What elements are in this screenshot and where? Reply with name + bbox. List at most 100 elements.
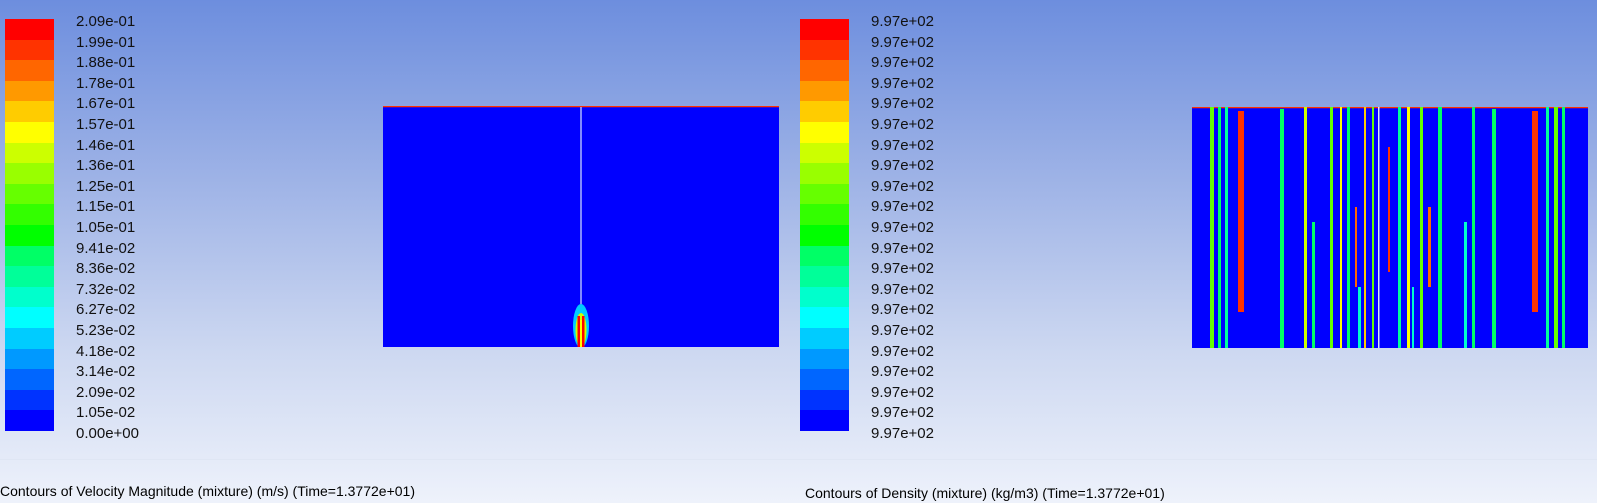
colorbar-tick-label: 1.99e-01 [76,33,136,51]
density-stripe [1407,107,1410,348]
colorbar-tick-label: 9.97e+02 [871,13,934,30]
colorbar-swatch [800,410,849,431]
colorbar-tick-label: 1.15e-01 [76,198,136,216]
colorbar-tick-label: 9.41e-02 [76,239,136,257]
colorbar-tick-label: 9.97e+02 [871,321,934,339]
colorbar-tick-label: 2.09e-02 [76,383,136,401]
colorbar-swatch [5,245,54,267]
density-stripe [1438,107,1442,348]
colorbar-swatch [5,183,54,205]
colorbar-tick-label: 9.97e+02 [871,342,934,360]
colorbar-tick-label: 9.97e+02 [871,404,934,422]
colorbar-tick-label: 5.23e-02 [76,321,136,339]
colorbar-tick-label: 9.97e+02 [871,363,934,381]
colorbar-swatch [800,266,849,287]
colorbar-swatch [5,101,54,122]
density-stripe [1428,207,1431,287]
density-stripe [1420,107,1423,348]
density-stripe [1355,207,1357,287]
colorbar-swatch [800,60,849,81]
density-stripe [1358,287,1361,348]
colorbar-swatch [5,39,54,61]
colorbar-swatch [5,266,54,287]
density-stripe [1378,107,1380,348]
colorbar-tick-label: 9.97e+02 [871,95,934,113]
colorbar-tick-label: 3.14e-02 [76,363,136,381]
caption-divider [795,459,1597,460]
colorbar-tick-label: 0.00e+00 [76,424,139,442]
density-stripe [1280,109,1284,348]
density-stripe [1312,222,1315,348]
colorbar-tick-label: 1.88e-01 [76,54,136,72]
density-stripe [1372,107,1374,348]
colorbar-tick-label: 9.97e+02 [871,383,934,401]
colorbar-tick-label: 8.36e-02 [76,260,136,278]
colorbar-swatch [800,121,849,143]
colorbar-tick-label: 1.36e-01 [76,157,136,175]
colorbar-tick-label: 9.97e+02 [871,280,934,298]
density-stripe [1238,111,1244,312]
colorbar-tick-label: 4.18e-02 [76,342,136,360]
colorbar-swatch [800,348,849,370]
colorbar-swatch [800,224,849,246]
density-stripe [1412,287,1414,348]
jet-core-center [580,320,582,347]
colorbar-tick-label: 9.97e+02 [871,157,934,175]
density-contour-panel: 9.97e+02 9.97e+02 9.97e+02 9.97e+02 9.97e+02… [795,0,1597,503]
velocity-contour-plot [383,106,779,347]
density-stripe [1364,107,1366,348]
density-stripe [1546,107,1549,348]
jet-core-left [577,316,580,347]
colorbar-swatch [5,80,54,102]
colorbar-tick-label: 9.97e+02 [871,301,934,319]
colorbar-tick-label: 9.97e+02 [871,115,934,133]
density-stripe [1210,107,1214,348]
density-stripe [1562,107,1565,348]
density-colorbar-labels: 9.97e+02 9.97e+02 9.97e+02 9.97e+02 9.97e+02… [871,12,934,444]
colorbar-swatch [800,369,849,390]
colorbar-swatch [800,142,849,164]
colorbar-swatch [800,389,849,411]
velocity-contour-panel: 2.09e-01 1.99e-01 1.88e-01 1.78e-01 1.67e-01… [0,0,795,503]
density-stripe [1532,111,1538,312]
density-stripe [1398,107,1401,348]
colorbar-swatch [5,142,54,164]
density-stripe [1218,107,1221,348]
colorbar-swatch [800,39,849,61]
density-stripe [1225,107,1228,348]
velocity-caption: Contours of Velocity Magnitude (mixture)… [0,483,415,499]
density-stripe [1554,107,1558,348]
density-stripe [1347,107,1350,348]
colorbar-swatch [800,101,849,122]
velocity-contour-svg [383,106,779,347]
colorbar-tick-label: 9.97e+02 [871,54,934,72]
colorbar-swatch [800,204,849,225]
colorbar-tick-label: 9.97e+02 [871,198,934,216]
density-stripe [1388,147,1390,272]
colorbar-tick-label: 9.97e+02 [871,177,934,195]
density-caption: Contours of Density (mixture) (kg/m3) (T… [805,485,1165,501]
colorbar-swatch [5,327,54,349]
density-contour-plot [1192,107,1588,348]
colorbar-tick-label: 2.09e-01 [76,13,136,30]
colorbar-swatch [800,183,849,205]
colorbar-swatch [800,80,849,102]
colorbar-swatch [800,327,849,349]
density-stripe [1304,107,1307,348]
colorbar-swatch [5,19,54,40]
colorbar-tick-label: 1.46e-01 [76,136,136,154]
colorbar-swatch [5,60,54,81]
density-stripe [1464,222,1467,348]
density-stripe [1340,107,1342,348]
colorbar-swatch [5,369,54,390]
colorbar-swatch [800,286,849,308]
colorbar-tick-label: 9.97e+02 [871,218,934,236]
colorbar-tick-label: 1.78e-01 [76,74,136,92]
colorbar-tick-label: 9.97e+02 [871,74,934,92]
density-stripe [1330,107,1333,348]
jet-core-right [582,316,585,347]
density-contour-svg [1192,107,1588,348]
colorbar-swatch [5,348,54,370]
colorbar-tick-label: 1.05e-01 [76,218,136,236]
density-stripe [1472,107,1475,348]
